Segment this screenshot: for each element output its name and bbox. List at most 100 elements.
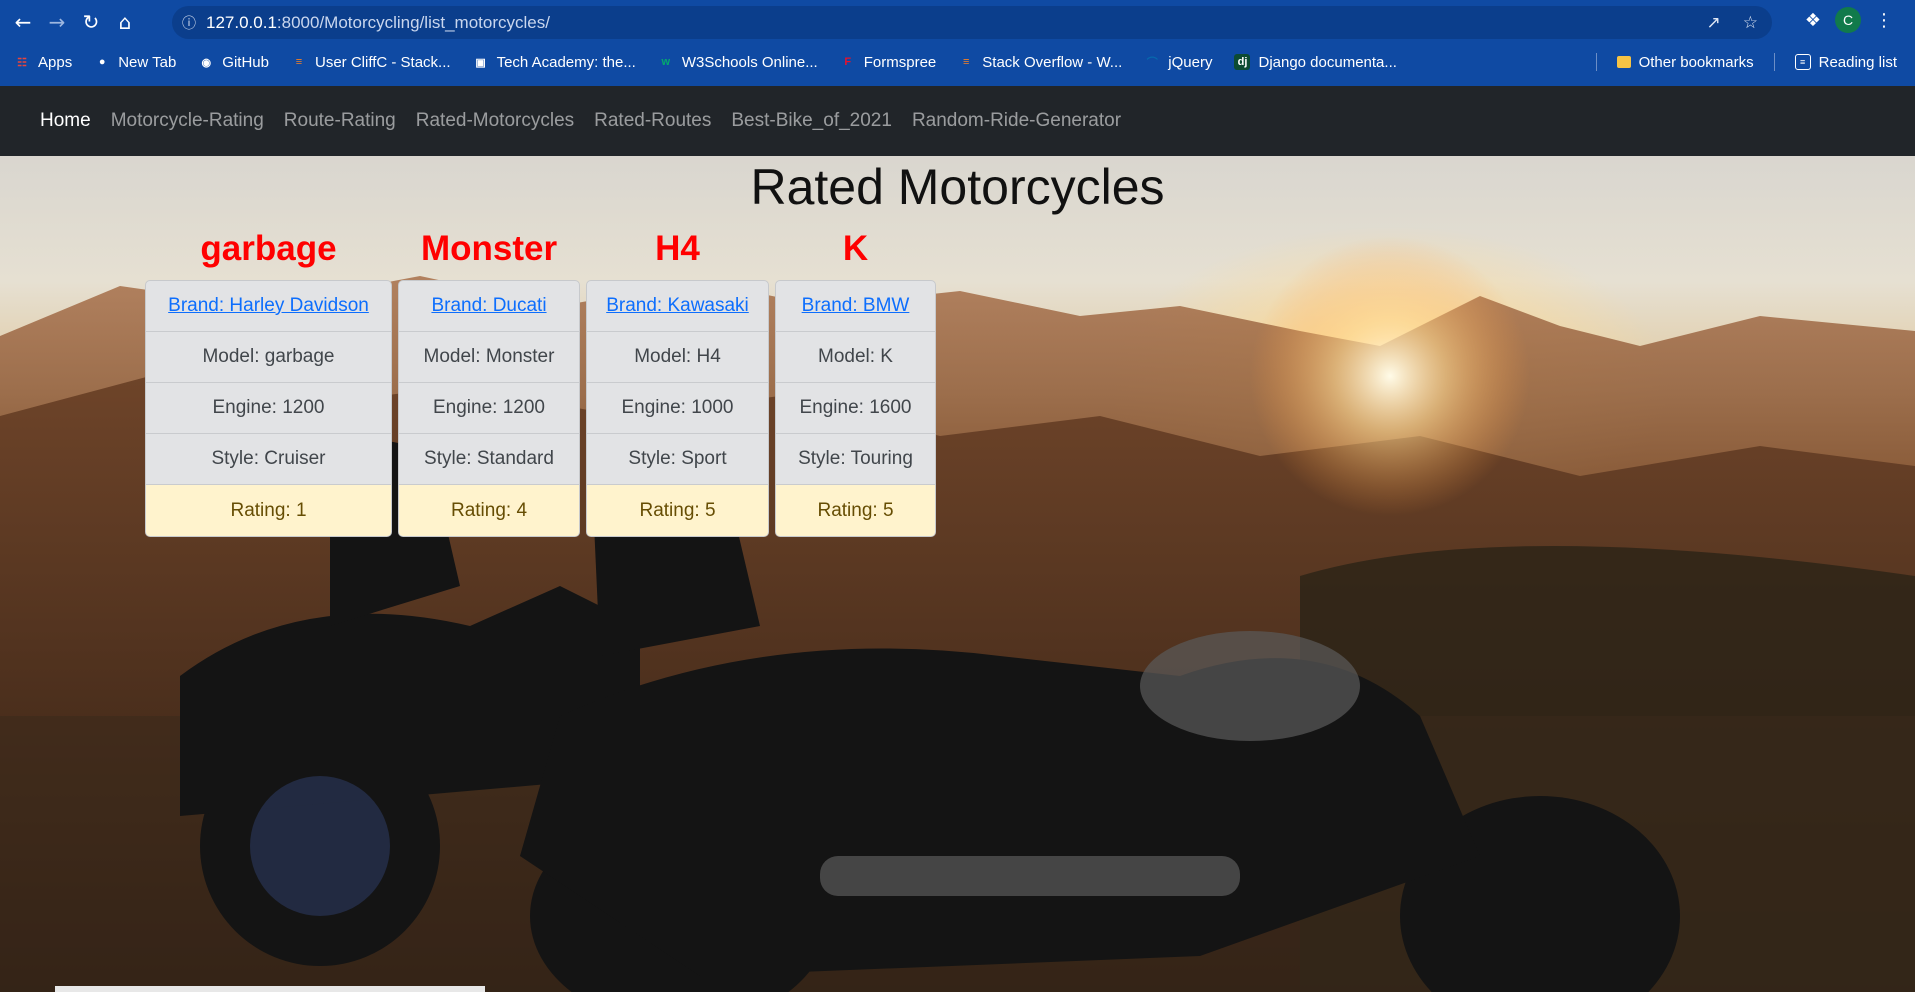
hero-background: Rated Motorcycles garbage Brand: Harley D… [0,156,1915,992]
motorcycle-heading: K [842,229,869,268]
motorcycle-card: H4 Brand: Kawasaki Model: H4 Engine: 1000 St… [586,222,769,537]
motorcycle-details-list: Brand: Ducati Model: Monster Engine: 1200 S… [398,280,580,537]
bookmark-label: Formspree [863,53,937,71]
brand-link[interactable]: Brand: Ducati [431,295,546,317]
nav-link-rated-motorcycles[interactable]: Rated-Motorcycles [416,110,574,132]
bookmark-label: jQuery [1168,53,1213,71]
bookmark-item[interactable]: dj Django documenta... [1234,53,1397,71]
browser-toolbar: ← → ↻ ⌂ ⓘ 127.0.0.1:8000/Motorcycling/li… [0,0,1915,44]
detail-engine: Engine: 1000 [587,383,768,434]
site-navbar: Home Motorcycle-Rating Route-Rating Rated-M… [0,86,1915,156]
browser-chrome: ← → ↻ ⌂ ⓘ 127.0.0.1:8000/Motorcycling/li… [0,0,1915,86]
detail-style: Style: Sport [587,434,768,485]
bookmark-label: W3Schools Online... [681,53,818,71]
folder-icon [1616,56,1631,68]
detail-engine: Engine: 1200 [146,383,391,434]
motorcycle-details-list: Brand: Harley Davidson Model: garbage Engi… [145,280,392,537]
detail-brand: Brand: Ducati [399,281,579,332]
detail-style: Style: Cruiser [146,434,391,485]
nav-link-home[interactable]: Home [40,110,91,132]
bookmark-star-icon[interactable]: ☆ [1743,13,1758,33]
reload-icon[interactable]: ↻ [74,5,108,39]
motorcycle-card: K Brand: BMW Model: K Engine: 1600 Style: To… [775,222,936,537]
stackoverflow-icon: ≡ [295,56,303,68]
bookmark-label: User CliffC - Stack... [314,53,451,71]
detail-rating: Rating: 4 [399,485,579,536]
motorcycle-card: garbage Brand: Harley Davidson Model: garb… [145,222,392,537]
nav-link-rated-routes[interactable]: Rated-Routes [594,110,711,132]
bookmark-item[interactable]: w W3Schools Online... [658,54,818,71]
motorcycle-heading: H4 [655,229,700,268]
motorcycle-details-list: Brand: BMW Model: K Engine: 1600 Style: Tou… [775,280,936,537]
motorcycle-card: Monster Brand: Ducati Model: Monster Engine… [398,222,580,537]
django-icon: dj [1234,54,1251,70]
nav-link-random-ride-generator[interactable]: Random-Ride-Generator [912,110,1121,132]
bookmarks-separator [1595,53,1597,71]
jquery-icon: ⌒ [1146,57,1158,69]
detail-model: Model: K [776,332,935,383]
url-path: :8000/Motorcycling/list_motorcycles/ [276,12,550,32]
bookmark-item[interactable]: F Formspree [840,53,937,71]
share-icon[interactable]: ↗ [1707,13,1721,33]
detail-rating: Rating: 5 [776,485,935,536]
bookmark-item[interactable]: ≡ User CliffC - Stack... [291,54,451,71]
profile-avatar[interactable]: C [1835,7,1861,33]
detail-rating: Rating: 5 [587,485,768,536]
menu-kebab-icon[interactable]: ⋮ [1875,10,1893,31]
detail-rating: Rating: 1 [146,485,391,536]
bookmark-item[interactable]: ▣ Tech Academy: the... [473,53,636,71]
reading-list-label: Reading list [1818,53,1897,71]
tech-academy-icon: ▣ [475,56,486,69]
github-icon: ◉ [201,56,212,69]
bookmark-item[interactable]: ☷ Apps [14,54,72,71]
page-title: Rated Motorcycles [750,159,1165,215]
forward-arrow-icon[interactable]: → [40,5,74,39]
url-host: 127.0.0.1 [206,12,277,32]
reading-list-icon: ≡ [1794,54,1811,70]
stackoverflow-icon: ≡ [963,56,970,68]
bookmark-item[interactable]: ⌒ jQuery [1144,53,1213,71]
globe-icon: ● [98,56,106,68]
reading-list[interactable]: ≡ Reading list [1794,53,1897,71]
detail-brand: Brand: Harley Davidson [146,281,391,332]
bookmark-item[interactable]: ◉ GitHub [198,54,269,71]
extensions-puzzle-icon[interactable]: ❖ [1805,10,1821,31]
motorcycle-heading: Monster [420,229,558,268]
detail-model: Model: Monster [399,332,579,383]
home-icon[interactable]: ⌂ [108,5,142,39]
other-bookmarks-label: Other bookmarks [1638,53,1754,71]
bookmark-label: Django documenta... [1258,53,1397,71]
formspree-icon: F [844,56,852,68]
motorcycle-details-list: Brand: Kawasaki Model: H4 Engine: 1000 Styl… [586,280,769,537]
bookmark-label: Tech Academy: the... [496,53,636,71]
brand-link[interactable]: Brand: Harley Davidson [168,295,369,317]
detail-brand: Brand: BMW [776,281,935,332]
motorcycle-heading: garbage [200,229,337,268]
detail-engine: Engine: 1200 [399,383,579,434]
horizontal-scrollbar[interactable] [55,986,485,992]
nav-link-route-rating[interactable]: Route-Rating [284,110,396,132]
brand-link[interactable]: Brand: Kawasaki [606,295,749,317]
bookmark-item[interactable]: ≡ Stack Overflow - W... [958,54,1122,71]
bookmark-label: New Tab [118,53,177,71]
apps-grid-icon: ☷ [17,56,27,69]
bookmark-label: Stack Overflow - W... [982,53,1123,71]
bookmarks-separator [1773,53,1775,71]
detail-engine: Engine: 1600 [776,383,935,434]
bookmark-item[interactable]: ● New Tab [94,54,176,71]
detail-model: Model: garbage [146,332,391,383]
nav-link-motorcycle-rating[interactable]: Motorcycle-Rating [111,110,264,132]
w3schools-icon: w [661,56,671,68]
detail-brand: Brand: Kawasaki [587,281,768,332]
detail-style: Style: Standard [399,434,579,485]
detail-style: Style: Touring [776,434,935,485]
nav-link-best-bike-of-2021[interactable]: Best-Bike_of_2021 [731,110,892,132]
bookmark-label: Apps [38,53,73,71]
back-arrow-icon[interactable]: ← [6,5,40,39]
address-bar[interactable]: ⓘ 127.0.0.1:8000/Motorcycling/list_motor… [172,6,1772,39]
detail-model: Model: H4 [587,332,768,383]
bookmark-label: GitHub [222,53,269,71]
other-bookmarks[interactable]: Other bookmarks [1616,53,1754,71]
site-info-icon[interactable]: ⓘ [172,13,206,33]
brand-link[interactable]: Brand: BMW [802,295,910,317]
